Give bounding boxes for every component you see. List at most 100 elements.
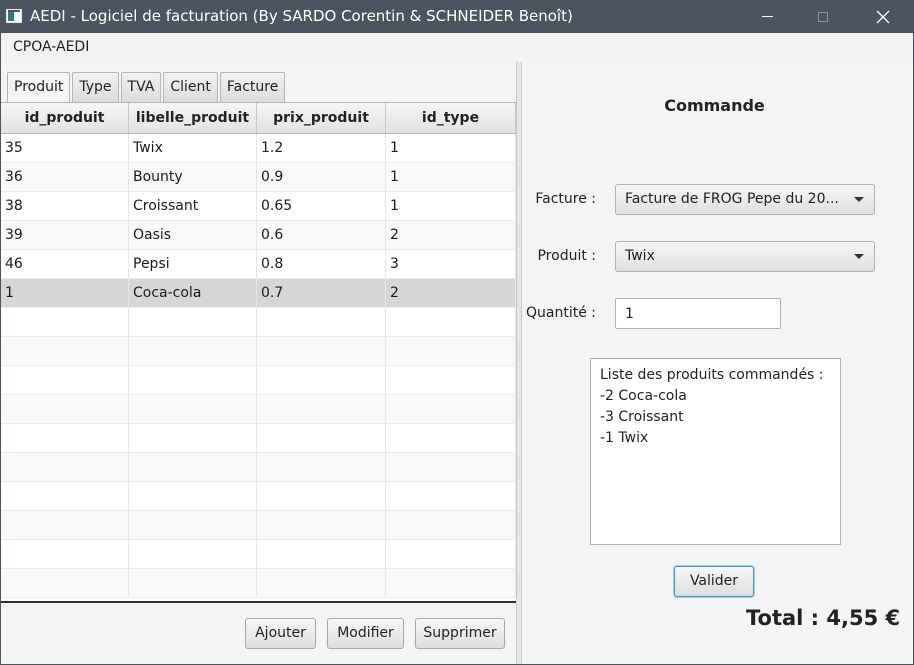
empty-cell [386,482,516,510]
empty-cell [386,569,516,597]
empty-cell [257,424,386,452]
order-panel: Commande Facture : Facture de FROG Pepe … [522,62,913,664]
app-window-icon [6,9,22,23]
cell-prix-produit: 0.9 [257,163,386,191]
empty-cell [129,569,257,597]
table-row-selected[interactable]: 1 Coca-cola 0.7 2 [1,279,516,308]
table-row-empty [1,337,516,366]
empty-cell [386,395,516,423]
tab-produit[interactable]: Produit [7,72,71,103]
title-bar: AEDI - Logiciel de facturation (By SARDO… [0,0,914,33]
cell-id-type: 2 [386,279,516,307]
order-title: Commande [664,96,765,115]
ordered-products-textarea[interactable]: Liste des produits commandés : -2 Coca-c… [590,358,841,545]
empty-cell [1,453,129,481]
cell-id-type: 1 [386,163,516,191]
table-row-empty [1,308,516,337]
cell-libelle-produit: Croissant [129,192,257,220]
facture-select[interactable]: Facture de FROG Pepe du 20... [615,184,875,215]
empty-cell [129,453,257,481]
tab-type[interactable]: Type [72,72,119,102]
empty-cell [386,453,516,481]
table-row-empty [1,453,516,482]
empty-cell [386,366,516,394]
empty-cell [257,308,386,336]
column-header-prix-produit[interactable]: prix_produit [257,103,386,133]
tab-tva[interactable]: TVA [120,72,162,102]
table-row-empty [1,511,516,540]
cell-id-type: 1 [386,192,516,220]
validate-button[interactable]: Valider [674,566,754,597]
table-row[interactable]: 36 Bounty 0.9 1 [1,163,516,192]
cell-libelle-produit: Twix [129,134,257,162]
cell-prix-produit: 0.8 [257,250,386,278]
table-row[interactable]: 35 Twix 1.2 1 [1,134,516,163]
empty-cell [386,540,516,568]
cell-prix-produit: 0.65 [257,192,386,220]
empty-cell [386,337,516,365]
empty-cell [1,511,129,539]
empty-cell [129,337,257,365]
empty-rows [1,308,516,598]
empty-cell [257,395,386,423]
cell-libelle-produit: Pepsi [129,250,257,278]
produit-label: Produit : [537,248,596,264]
quantite-input[interactable] [615,298,781,329]
tab-bar: Produit Type TVA Client Facture [7,72,287,103]
column-header-id-type[interactable]: id_type [386,103,516,133]
empty-cell [1,569,129,597]
facture-select-value: Facture de FROG Pepe du 20... [625,191,839,207]
menu-bar: CPOA-AEDI [0,33,914,62]
cell-id-produit: 36 [1,163,129,191]
maximize-icon [818,11,828,22]
empty-cell [257,366,386,394]
table-row[interactable]: 46 Pepsi 0.8 3 [1,250,516,279]
empty-cell [257,337,386,365]
delete-button[interactable]: Supprimer [415,618,505,649]
cell-libelle-produit: Oasis [129,221,257,249]
cell-libelle-produit: Coca-cola [129,279,257,307]
total-amount: Total : 4,55 € [746,606,901,630]
produit-select-value: Twix [625,248,655,264]
table-row[interactable]: 39 Oasis 0.6 2 [1,221,516,250]
empty-cell [1,366,129,394]
cell-id-type: 3 [386,250,516,278]
tab-client[interactable]: Client [163,72,218,102]
produit-select[interactable]: Twix [615,241,875,272]
table-row-empty [1,482,516,511]
empty-cell [129,540,257,568]
menu-item-cpoa-aedi[interactable]: CPOA-AEDI [13,39,89,55]
empty-cell [257,453,386,481]
empty-cell [1,395,129,423]
cell-id-produit: 1 [1,279,129,307]
empty-cell [129,511,257,539]
ordered-products-line: -3 Croissant [600,409,684,425]
cell-id-type: 2 [386,221,516,249]
maximize-button[interactable] [800,0,846,33]
empty-cell [1,482,129,510]
quantite-label: Quantité : [526,305,596,321]
column-header-libelle-produit[interactable]: libelle_produit [129,103,257,133]
empty-cell [257,511,386,539]
table-row-empty [1,569,516,598]
add-button[interactable]: Ajouter [245,618,316,649]
tab-facture[interactable]: Facture [219,72,286,102]
ordered-products-line: -2 Coca-cola [600,388,687,404]
close-button[interactable] [860,0,906,33]
empty-cell [257,482,386,510]
table-row[interactable]: 38 Croissant 0.65 1 [1,192,516,221]
product-table[interactable]: id_produit libelle_produit prix_produit … [1,102,516,603]
facture-label: Facture : [535,191,596,207]
chevron-down-icon [854,254,864,259]
empty-cell [386,424,516,452]
table-row-empty [1,366,516,395]
cell-id-produit: 35 [1,134,129,162]
column-header-id-produit[interactable]: id_produit [1,103,129,133]
empty-cell [129,308,257,336]
empty-cell [129,482,257,510]
left-panel: Produit Type TVA Client Facture id_produ… [1,62,516,664]
edit-button[interactable]: Modifier [327,618,404,649]
cell-libelle-produit: Bounty [129,163,257,191]
ordered-products-line: Liste des produits commandés : [600,367,824,383]
minimize-button[interactable] [744,0,790,33]
